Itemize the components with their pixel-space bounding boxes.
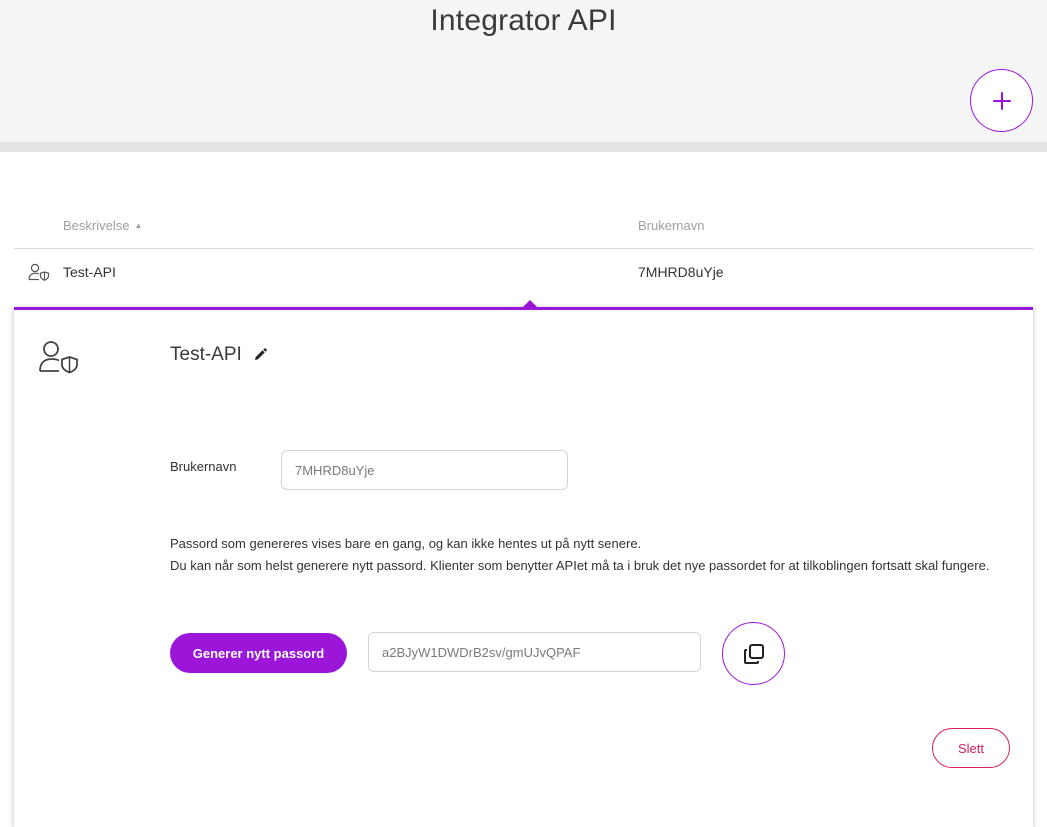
column-header-username[interactable]: Brukernavn: [638, 218, 704, 233]
table-row[interactable]: Test-API 7MHRD8uYje: [14, 249, 1033, 295]
delete-button[interactable]: Slett: [932, 728, 1010, 768]
username-field[interactable]: [281, 450, 568, 490]
row-description: Test-API: [63, 264, 116, 280]
add-integration-button[interactable]: [970, 69, 1033, 132]
copy-icon: [743, 643, 764, 664]
user-shield-icon: [39, 341, 78, 374]
copy-password-button[interactable]: [722, 622, 785, 685]
page-header: Integrator API: [0, 0, 1047, 142]
generate-password-button[interactable]: Generer nytt passord: [170, 633, 347, 673]
row-username: 7MHRD8uYje: [638, 264, 724, 280]
page-title: Integrator API: [430, 4, 617, 37]
info-line-1: Passord som genereres vises bare en gang…: [170, 536, 642, 551]
sort-ascending-icon: ▲: [134, 221, 143, 230]
plus-icon: [992, 91, 1011, 110]
pencil-icon[interactable]: [252, 347, 268, 363]
detail-panel: Test-API Brukernavn Passord som generere…: [14, 307, 1033, 827]
detail-title: Test-API: [170, 344, 242, 365]
info-line-2: Du kan når som helst generere nytt passo…: [170, 558, 990, 573]
column-header-description[interactable]: Beskrivelse ▲: [63, 218, 142, 233]
username-label: Brukernavn: [170, 459, 237, 474]
user-shield-icon: [28, 263, 50, 281]
header-divider: [0, 142, 1047, 152]
password-info-text: Passord som genereres vises bare en gang…: [170, 533, 1010, 577]
password-field[interactable]: [368, 632, 701, 672]
table-header: Beskrivelse ▲ Brukernavn: [14, 208, 1033, 249]
